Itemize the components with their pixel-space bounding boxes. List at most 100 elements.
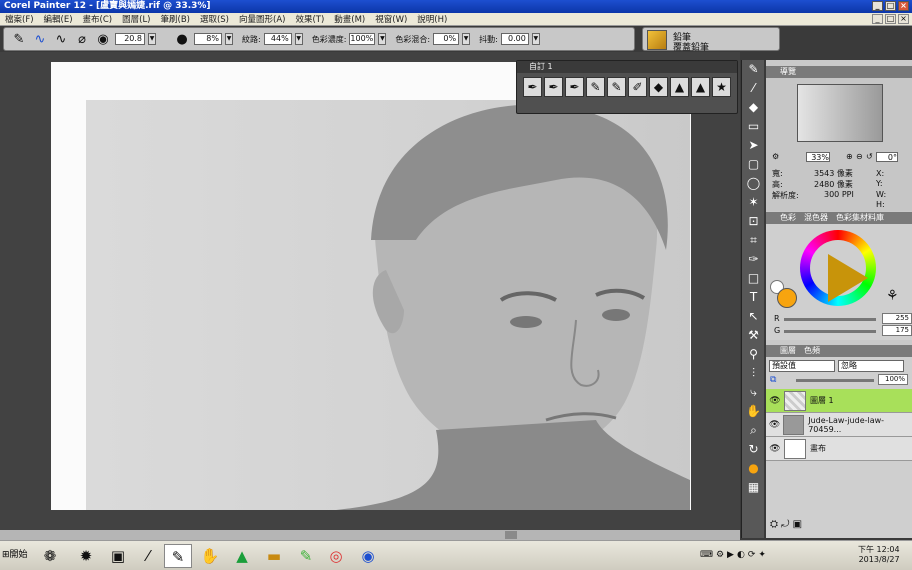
scroll-thumb[interactable]	[505, 531, 517, 539]
magic-wand-icon[interactable]: ✶	[742, 193, 765, 212]
cloner-tool-icon[interactable]: ⤷	[742, 383, 765, 402]
shape-tool-icon[interactable]: □	[742, 269, 765, 288]
menu-shapes[interactable]: 向量圖形(A)	[234, 13, 290, 25]
system-tray-icons[interactable]: ⌨⚙▶◐⟳✦	[700, 550, 769, 560]
size-dropdown[interactable]: ▼	[148, 33, 156, 45]
jitter-dropdown[interactable]: ▼	[531, 33, 540, 45]
layer-commands-icon[interactable]: ⛭ ⤾ ▣	[770, 519, 802, 530]
stroke-lock-icon[interactable]: ⌀	[73, 30, 91, 48]
menu-help[interactable]: 說明(H)	[412, 13, 452, 25]
opacity-field[interactable]: 8%	[194, 33, 222, 45]
maximize-button[interactable]: □	[885, 1, 896, 11]
menu-select[interactable]: 選取(S)	[195, 13, 234, 25]
doc-minimize-button[interactable]: _	[872, 14, 883, 24]
brush-selector[interactable]: 鉛筆 覆蓋鉛筆	[642, 27, 780, 53]
brush-ghost-icon[interactable]: ✎	[10, 30, 28, 48]
grain-field[interactable]: 44%	[263, 33, 292, 45]
tab-layers[interactable]: 圖層	[780, 345, 796, 357]
custom-brush-5-icon[interactable]: ✎	[607, 77, 626, 97]
mirror-tool-icon[interactable]: ⫶	[742, 364, 765, 383]
layer-opacity-slider[interactable]	[796, 379, 874, 382]
navigator-thumbnail[interactable]	[797, 84, 883, 142]
menu-window[interactable]: 視窗(W)	[370, 13, 412, 25]
taskbar-thunderbird-icon[interactable]: ◉	[354, 544, 382, 568]
tab-color[interactable]: 色彩	[780, 212, 796, 224]
visibility-eye-icon[interactable]: 👁	[766, 396, 784, 406]
composite-method-dropdown[interactable]: 忽略	[838, 360, 904, 372]
bleed-dropdown[interactable]: ▼	[462, 33, 471, 45]
menu-canvas[interactable]: 畫布(C)	[78, 13, 118, 25]
composite-dropdown[interactable]: 預設值	[769, 360, 835, 372]
start-button[interactable]: ⊞開始	[2, 547, 28, 560]
taskbar-painter-icon[interactable]: ✎	[164, 544, 192, 568]
layer-row[interactable]: 👁 圖層 1	[766, 389, 912, 413]
green-value[interactable]: 175	[882, 325, 912, 336]
main-color-swatch[interactable]	[777, 288, 797, 308]
clock[interactable]: 下午 12:04 2013/8/27	[858, 545, 900, 565]
custom-brush-7-icon[interactable]: ◆	[649, 77, 668, 97]
saturation-triangle[interactable]	[828, 254, 868, 302]
pin-tool-icon[interactable]: ⚲	[742, 345, 765, 364]
crop-tool-icon[interactable]: ⌗	[742, 231, 765, 250]
resat-field[interactable]: 100%	[349, 33, 376, 45]
menu-brushes[interactable]: 筆刷(B)	[156, 13, 195, 25]
taskbar-app-1-icon[interactable]: ❁	[36, 544, 64, 568]
minimize-button[interactable]: _	[872, 1, 883, 11]
rotate-icon[interactable]: ↺	[866, 152, 873, 161]
green-slider[interactable]: G 175	[774, 325, 912, 336]
visibility-eye-icon[interactable]: 👁	[766, 444, 784, 454]
grain-dropdown[interactable]: ▼	[294, 33, 303, 45]
resat-dropdown[interactable]: ▼	[378, 33, 387, 45]
taskbar-powerpoint-icon[interactable]: ▣	[104, 544, 132, 568]
taskbar-evernote-icon[interactable]: ✎	[292, 544, 320, 568]
text-tool-icon[interactable]: T	[742, 288, 765, 307]
preserve-transparency-icon[interactable]: ⧉	[770, 375, 776, 385]
opacity-dropdown[interactable]: ▼	[225, 33, 233, 45]
doc-restore-button[interactable]: □	[885, 14, 896, 24]
red-slider[interactable]: R 255	[774, 313, 912, 324]
layer-opacity-value[interactable]: 100%	[878, 374, 908, 385]
custom-brush-4-icon[interactable]: ✎	[586, 77, 605, 97]
taskbar-app-2-icon[interactable]: ✹	[72, 544, 100, 568]
paper-icon[interactable]: ▦	[742, 478, 765, 497]
toolbox-color-swatch-icon[interactable]: ●	[742, 459, 765, 478]
tab-color-sets[interactable]: 色彩集材料庫	[836, 212, 884, 224]
canvas-photo[interactable]	[86, 100, 690, 510]
doc-close-button[interactable]: ×	[898, 14, 909, 24]
red-value[interactable]: 255	[882, 313, 912, 324]
stroke-freehand-icon[interactable]: ∿	[31, 30, 49, 48]
menu-layers[interactable]: 圖層(L)	[117, 13, 155, 25]
rect-select-icon[interactable]: ▢	[742, 155, 765, 174]
stroke-straight-icon[interactable]: ∿	[52, 30, 70, 48]
zoom-out-icon[interactable]: ⊖	[856, 152, 863, 161]
dropper-tool-icon[interactable]: ⁄	[742, 79, 765, 98]
layer-adjuster-icon[interactable]: ➤	[742, 136, 765, 155]
canvas-workspace[interactable]	[0, 52, 740, 530]
taskbar-drive-icon[interactable]: ▲	[228, 544, 256, 568]
custom-brush-6-icon[interactable]: ✐	[628, 77, 647, 97]
custom-brush-1-icon[interactable]: ✒	[523, 77, 542, 97]
grabber-tool-icon[interactable]: ✋	[742, 402, 765, 421]
magnifier-icon[interactable]: ⌕	[742, 421, 765, 440]
custom-brush-3-icon[interactable]: ✒	[565, 77, 584, 97]
layer-row[interactable]: 👁 Jude-Law-jude-law-70459...	[766, 413, 912, 437]
oval-select-icon[interactable]: ◯	[742, 174, 765, 193]
eraser-tool-icon[interactable]: ▭	[742, 117, 765, 136]
transform-icon[interactable]: ⊡	[742, 212, 765, 231]
navigator-zoom-field[interactable]: 33%	[806, 152, 830, 162]
bleed-field[interactable]: 0%	[433, 33, 460, 45]
taskbar-folder-icon[interactable]: ▬	[260, 544, 288, 568]
pen-tool-icon[interactable]: ✑	[742, 250, 765, 269]
layer-row[interactable]: 👁 畫布	[766, 437, 912, 461]
rotate-page-icon[interactable]: ↻	[742, 440, 765, 459]
menu-movie[interactable]: 動畫(M)	[329, 13, 370, 25]
divine-proportion-icon[interactable]: ⚒	[742, 326, 765, 345]
jitter-field[interactable]: 0.00	[500, 33, 529, 45]
horizontal-scrollbar[interactable]	[0, 530, 740, 540]
taskbar-brush-icon[interactable]: ⁄	[134, 544, 162, 568]
menu-edit[interactable]: 編輯(E)	[39, 13, 78, 25]
size-field[interactable]: 20.8	[115, 33, 145, 45]
taskbar-hand-icon[interactable]: ✋	[196, 544, 224, 568]
zoom-in-icon[interactable]: ⊕	[846, 152, 853, 161]
custom-brush-9-icon[interactable]: ▲	[691, 77, 710, 97]
